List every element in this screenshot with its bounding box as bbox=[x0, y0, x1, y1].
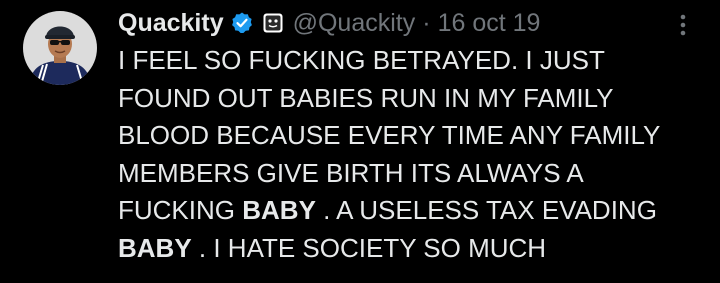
tweet-text-line: MEMBERS GIVE BIRTH ITS ALWAYS A bbox=[118, 157, 584, 188]
tweet-text-line: FOUND OUT BABIES RUN IN MY FAMILY bbox=[118, 82, 614, 113]
tweet-text-segment: FUCKING bbox=[118, 195, 243, 225]
tweet-text-segment: . A USELESS TAX EVADING bbox=[315, 195, 657, 225]
tweet-date[interactable]: 16 oct 19 bbox=[438, 9, 541, 38]
separator-dot: · bbox=[422, 8, 431, 37]
tweet-text-bold: BABY bbox=[118, 232, 192, 263]
display-name[interactable]: Quackity bbox=[118, 9, 224, 38]
user-handle[interactable]: @Quackity bbox=[293, 9, 416, 38]
tweet-text: I FEEL SO FUCKING BETRAYED. I JUST FOUND… bbox=[118, 42, 708, 267]
verified-badge-icon bbox=[230, 11, 254, 35]
tweet-text-bold: BABY bbox=[242, 195, 316, 225]
affiliate-badge-icon[interactable] bbox=[262, 12, 284, 34]
tweet-text-line: I FEEL SO FUCKING BETRAYED. I JUST bbox=[118, 45, 605, 75]
tweet-text-segment: . I HATE SOCIETY SO MUCH bbox=[191, 232, 547, 263]
tweet-text-line: FUCKING BABY . A USELESS TAX EVADING bbox=[118, 192, 708, 230]
tweet-text-line: BLOOD BECAUSE EVERY TIME ANY FAMILY bbox=[118, 120, 661, 150]
tweet[interactable]: Quackity @Quackity · 16 oct 19 I FEEL SO… bbox=[0, 0, 720, 283]
tweet-header: Quackity @Quackity · 16 oct 19 bbox=[118, 6, 540, 40]
profile-avatar[interactable] bbox=[23, 11, 97, 85]
more-options-icon[interactable] bbox=[671, 10, 695, 40]
tweet-text-line: BABY . I HATE SOCIETY SO MUCH bbox=[118, 230, 708, 268]
